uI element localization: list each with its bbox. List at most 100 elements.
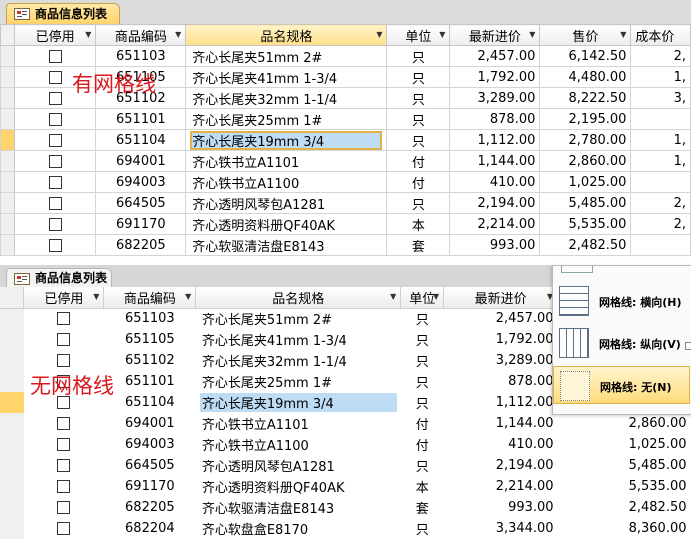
cost-cell[interactable]: 1,144.00 [444, 413, 558, 434]
discontinued-cell[interactable] [24, 455, 104, 476]
table-row[interactable]: 682205 齐心软驱清洁盘E8143 套 993.00 2,482.50 [0, 497, 691, 518]
discontinued-checkbox[interactable] [48, 91, 62, 105]
record-selector[interactable] [0, 108, 15, 130]
price-cell[interactable]: 2,482.50 [539, 234, 632, 256]
table-row[interactable]: 694001 齐心铁书立A1101 付 1,144.00 2,860.00 [0, 413, 691, 434]
unit-cell[interactable]: 只 [401, 392, 444, 413]
unit-cell[interactable]: 套 [401, 497, 444, 518]
record-selector[interactable] [0, 497, 24, 518]
unit-cell[interactable]: 付 [401, 413, 444, 434]
discontinued-checkbox[interactable] [48, 217, 62, 231]
record-selector[interactable] [0, 87, 15, 109]
table-row[interactable]: 682205 齐心软驱清洁盘E8143 套 993.00 2,482.50 [0, 234, 691, 256]
name-cell[interactable]: 齐心铁书立A1100 [196, 434, 401, 455]
cost-cell[interactable]: 2,457.00 [449, 45, 541, 67]
unit-cell[interactable]: 只 [401, 308, 444, 329]
record-selector[interactable] [0, 518, 24, 539]
name-cell[interactable]: 齐心长尾夹41mm 1-3/4 [196, 329, 401, 350]
discontinued-checkbox[interactable] [57, 333, 71, 346]
column-header-cost[interactable]: 最新进价 ▼ [443, 287, 559, 309]
name-cell[interactable]: 齐心长尾夹19mm 3/4 [185, 129, 388, 151]
discontinued-cell[interactable] [24, 413, 104, 434]
unit-cell[interactable]: 本 [401, 476, 444, 497]
discontinued-cell[interactable] [13, 150, 97, 172]
discontinued-checkbox[interactable] [57, 312, 71, 326]
menu-item-gridlines-vertical[interactable]: 网格线: 纵向(V) [553, 324, 690, 362]
record-selector[interactable] [0, 129, 15, 151]
price-cell[interactable]: 5,535.00 [558, 476, 691, 497]
menu-item-gridlines-none[interactable]: 网格线: 无(N) [553, 366, 690, 404]
discontinued-checkbox[interactable] [48, 175, 62, 189]
discontinued-checkbox[interactable] [57, 417, 71, 430]
column-header-unit[interactable]: 单位 ▼ [400, 287, 445, 309]
cost-cell[interactable]: 2,214.00 [444, 476, 558, 497]
cost-price-cell[interactable]: 3, [630, 87, 691, 109]
table-row[interactable]: 691170 齐心透明资料册QF40AK 本 2,214.00 5,535.00 2, [0, 213, 691, 235]
cost-cell[interactable]: 1,792.00 [449, 66, 541, 88]
unit-cell[interactable]: 只 [401, 371, 444, 392]
cost-cell[interactable]: 1,112.00 [444, 392, 558, 413]
dropdown-arrow-icon[interactable]: ▼ [93, 292, 99, 301]
unit-cell[interactable]: 只 [386, 192, 451, 214]
cost-cell[interactable]: 2,214.00 [449, 213, 541, 235]
cost-price-cell[interactable] [630, 171, 691, 193]
discontinued-cell[interactable] [24, 476, 104, 497]
name-cell[interactable]: 齐心长尾夹51mm 2# [196, 308, 401, 329]
name-cell[interactable]: 齐心软驱清洁盘E8143 [196, 497, 401, 518]
column-header-code[interactable]: 商品编码 ▼ [103, 287, 197, 309]
code-cell[interactable]: 651101 [95, 108, 187, 130]
table-row[interactable]: 682204 齐心软盘盒E8170 只 3,344.00 8,360.00 [0, 518, 691, 539]
name-cell[interactable]: 齐心长尾夹25mm 1# [196, 371, 401, 392]
table-row[interactable]: 664505 齐心透明风琴包A1281 只 2,194.00 5,485.00 [0, 455, 691, 476]
price-cell[interactable]: 8,360.00 [558, 518, 691, 539]
filter-sort-icon[interactable]: ▼ [390, 292, 396, 301]
cost-cell[interactable]: 410.00 [444, 434, 558, 455]
cost-cell[interactable]: 2,457.00 [444, 308, 558, 329]
column-header-name[interactable]: 品名规格 ▼ [185, 24, 388, 46]
code-cell[interactable]: 694003 [104, 434, 196, 455]
record-selector[interactable] [0, 213, 15, 235]
code-cell[interactable]: 691170 [104, 476, 196, 497]
menu-item-gridlines-horizontal[interactable]: 网格线: 横向(H) [553, 282, 690, 320]
cost-price-cell[interactable]: 2, [630, 45, 691, 67]
cost-price-cell[interactable]: 2, [630, 192, 691, 214]
column-header-discontinued[interactable]: 已停用 ▼ [13, 24, 97, 46]
discontinued-cell[interactable] [24, 308, 104, 329]
discontinued-checkbox[interactable] [48, 112, 62, 126]
discontinued-checkbox[interactable] [48, 133, 62, 147]
discontinued-cell[interactable] [24, 329, 104, 350]
discontinued-cell[interactable] [13, 234, 97, 256]
dropdown-arrow-icon[interactable]: ▼ [85, 30, 91, 39]
table-row[interactable]: 691170 齐心透明资料册QF40AK 本 2,214.00 5,535.00 [0, 476, 691, 497]
record-selector[interactable] [0, 413, 24, 434]
cost-cell[interactable]: 993.00 [449, 234, 541, 256]
unit-cell[interactable]: 只 [401, 518, 444, 539]
discontinued-cell[interactable] [13, 129, 97, 151]
column-header-cost-price[interactable]: 成本价 [630, 24, 691, 46]
table-row[interactable]: 651101 齐心长尾夹25mm 1# 只 878.00 2,195.00 [0, 108, 691, 130]
name-cell[interactable]: 齐心长尾夹32mm 1-1/4 [196, 350, 401, 371]
name-cell[interactable]: 齐心透明资料册QF40AK [196, 476, 401, 497]
unit-cell[interactable]: 只 [401, 350, 444, 371]
cost-cell[interactable]: 3,344.00 [444, 518, 558, 539]
cost-cell[interactable]: 1,112.00 [449, 129, 541, 151]
document-tab[interactable]: 商品信息列表 [6, 3, 120, 24]
discontinued-checkbox[interactable] [57, 459, 71, 472]
record-selector[interactable] [0, 192, 15, 214]
dropdown-arrow-icon[interactable]: ▼ [175, 30, 181, 39]
code-cell[interactable]: 651101 [104, 371, 196, 392]
name-cell[interactable]: 齐心铁书立A1100 [185, 171, 388, 193]
price-cell[interactable]: 8,222.50 [539, 87, 632, 109]
name-cell[interactable]: 齐心长尾夹32mm 1-1/4 [185, 87, 388, 109]
code-cell[interactable]: 694003 [95, 171, 187, 193]
price-cell[interactable]: 1,025.00 [539, 171, 632, 193]
record-selector[interactable] [0, 434, 24, 455]
unit-cell[interactable]: 只 [401, 329, 444, 350]
code-cell[interactable]: 651104 [104, 392, 196, 413]
discontinued-cell[interactable] [13, 45, 97, 67]
unit-cell[interactable]: 付 [386, 150, 451, 172]
record-selector[interactable] [0, 150, 15, 172]
code-cell[interactable]: 682205 [104, 497, 196, 518]
discontinued-checkbox[interactable] [48, 154, 62, 168]
filter-sort-icon[interactable]: ▼ [376, 30, 382, 39]
